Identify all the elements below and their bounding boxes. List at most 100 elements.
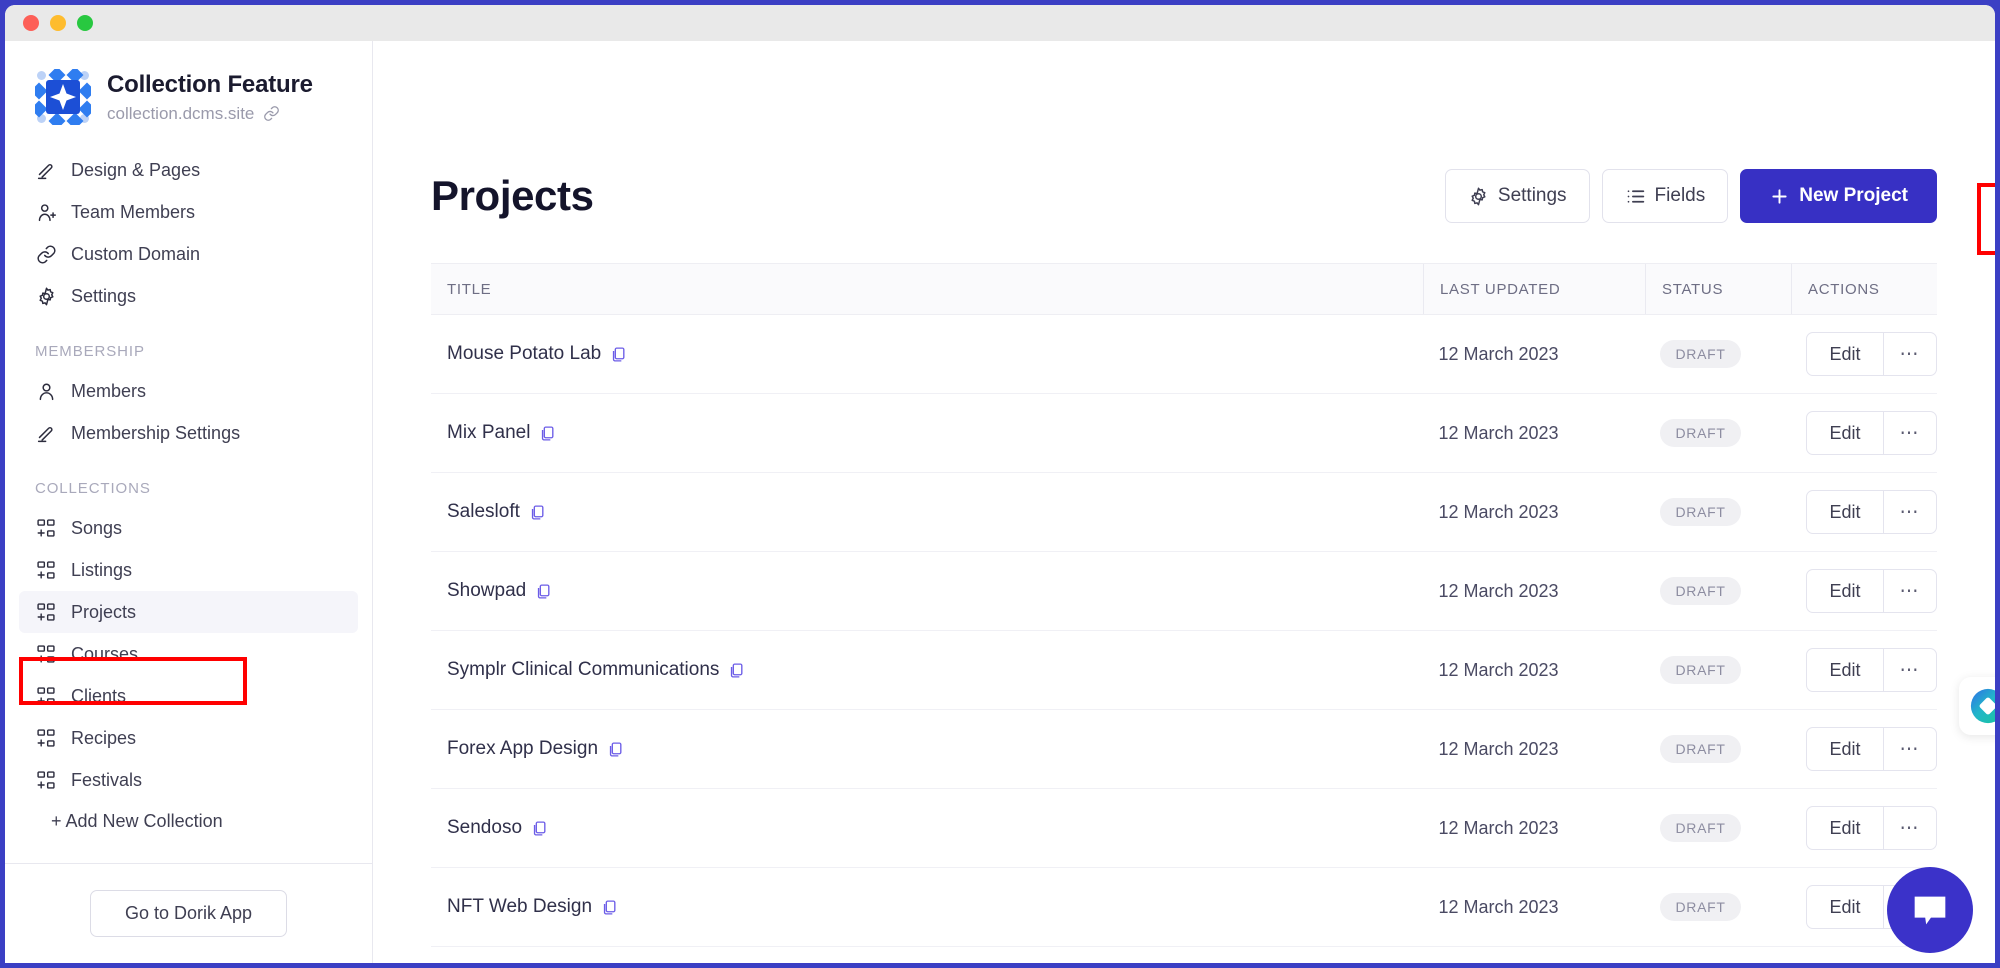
edit-button[interactable]: Edit [1807, 570, 1882, 612]
table-row: Symplr Clinical Communications 12 March 2… [431, 631, 1937, 710]
close-window-button[interactable] [23, 15, 39, 31]
duplicate-icon[interactable] [535, 583, 552, 600]
cell-actions: Edit⋯ [1790, 490, 1937, 534]
fields-button-label: Fields [1654, 185, 1706, 206]
list-icon [1625, 186, 1646, 207]
collection-grid-icon [35, 643, 57, 665]
sidebar-footer: Go to Dorik App [5, 863, 372, 963]
cell-status: DRAFT [1644, 577, 1790, 605]
table-header-actions: ACTIONS [1791, 264, 1937, 314]
sidebar-item-label: Membership Settings [71, 422, 241, 443]
sidebar-item-listings[interactable]: Listings [19, 549, 358, 591]
cell-status: DRAFT [1644, 893, 1790, 921]
add-new-collection-button[interactable]: + Add New Collection [5, 801, 372, 832]
edit-button[interactable]: Edit [1807, 807, 1882, 849]
status-badge: DRAFT [1660, 656, 1741, 684]
gradient-diamond-badge-icon[interactable] [1959, 677, 1995, 735]
edit-button[interactable]: Edit [1807, 728, 1882, 770]
sidebar-item-projects[interactable]: Projects [19, 591, 358, 633]
duplicate-icon[interactable] [728, 662, 745, 679]
sidebar-item-label: Custom Domain [71, 243, 201, 264]
more-options-button[interactable]: ⋯ [1882, 649, 1937, 691]
sidebar-item-courses[interactable]: Courses [19, 633, 358, 675]
table-row: Salesloft 12 March 2023 DRAFT Edit ⋯ [431, 473, 1937, 552]
table-header-last-updated: LAST UPDATED [1423, 264, 1645, 314]
row-action-group: Edit⋯ [1806, 727, 1937, 771]
duplicate-icon[interactable] [531, 820, 548, 837]
sidebar-item-clients[interactable]: Clients [19, 675, 358, 717]
cell-title: Showpad [431, 580, 1422, 602]
collection-grid-icon [35, 727, 57, 749]
settings-button[interactable]: Settings [1444, 169, 1590, 223]
sidebar-item-recipes[interactable]: Recipes [19, 717, 358, 759]
minimize-window-button[interactable] [50, 15, 66, 31]
more-options-button[interactable]: ⋯ [1882, 807, 1937, 849]
cell-last-updated: 12 March 2023 [1438, 580, 1559, 601]
duplicate-icon[interactable] [539, 425, 556, 442]
more-options-button[interactable]: ⋯ [1882, 412, 1937, 454]
sidebar-item-design-pages[interactable]: Design & Pages [19, 149, 358, 191]
collection-grid-icon [35, 601, 57, 623]
sidebar-item-label: Festivals [71, 769, 143, 790]
cell-title: Forex App Design [431, 738, 1422, 760]
sidebar-item-label: Projects [71, 601, 137, 622]
header-actions: Settings Fields New Project [1444, 169, 1937, 223]
section-label-collections: COLLECTIONS [35, 480, 151, 497]
cell-actions: Edit⋯ [1790, 332, 1937, 376]
collection-grid-icon [35, 769, 57, 791]
sidebar-item-membership-settings[interactable]: Membership Settings [19, 412, 358, 454]
collection-grid-icon [35, 517, 57, 539]
edit-button[interactable]: Edit [1807, 491, 1882, 533]
sidebar-item-members[interactable]: Members [19, 370, 358, 412]
duplicate-icon[interactable] [529, 504, 546, 521]
link-icon[interactable] [263, 105, 280, 122]
maximize-window-button[interactable] [77, 15, 93, 31]
status-badge: DRAFT [1660, 735, 1741, 763]
duplicate-icon[interactable] [601, 899, 618, 916]
cell-title: Mix Panel [431, 422, 1422, 444]
edit-button[interactable]: Edit [1807, 412, 1882, 454]
go-to-dorik-app-button[interactable]: Go to Dorik App [89, 890, 288, 937]
settings-button-label: Settings [1497, 185, 1567, 206]
row-action-group: Edit⋯ [1806, 411, 1937, 455]
plus-icon [1769, 186, 1790, 207]
cell-title: NFT Web Design [431, 896, 1422, 918]
row-title-label: Mouse Potato Lab [447, 343, 602, 364]
sidebar-item-label: Songs [71, 517, 123, 538]
sidebar-item-label: Listings [71, 559, 133, 580]
new-project-button-label: New Project [1799, 185, 1908, 206]
body-split: Collection Feature collection.dcms.site [5, 41, 1995, 963]
row-title-label: Symplr Clinical Communications [447, 659, 720, 680]
table-body: Mouse Potato Lab 12 March 2023 DRAFT Edit ⋯ M… [431, 315, 1937, 963]
duplicate-icon[interactable] [607, 741, 624, 758]
fields-button[interactable]: Fields [1601, 169, 1729, 223]
brand[interactable]: Collection Feature collection.dcms.site [5, 41, 372, 149]
status-badge: DRAFT [1660, 498, 1741, 526]
row-title-label: Sendoso [447, 817, 523, 838]
status-badge: DRAFT [1660, 340, 1741, 368]
sidebar-item-festivals[interactable]: Festivals [19, 759, 358, 801]
edit-button[interactable]: Edit [1807, 886, 1882, 928]
cell-last-updated: 12 March 2023 [1438, 422, 1559, 443]
duplicate-icon[interactable] [610, 346, 627, 363]
new-project-button[interactable]: New Project [1740, 169, 1937, 223]
more-options-button[interactable]: ⋯ [1882, 333, 1937, 375]
more-options-button[interactable]: ⋯ [1882, 491, 1937, 533]
edit-button[interactable]: Edit [1807, 649, 1882, 691]
more-options-button[interactable]: ⋯ [1882, 728, 1937, 770]
sidebar-item-team-members[interactable]: Team Members [19, 191, 358, 233]
row-title-label: Showpad [447, 580, 527, 601]
table-row: Mauris Marker12 March 2023DRAFTEdit⋯ [431, 947, 1937, 963]
primary-nav: Design & Pages Team Members Custom Domai… [5, 149, 372, 317]
sidebar-item-settings[interactable]: Settings [19, 275, 358, 317]
person-add-icon [35, 201, 57, 223]
sidebar-item-custom-domain[interactable]: Custom Domain [19, 233, 358, 275]
more-options-button[interactable]: ⋯ [1882, 570, 1937, 612]
sidebar-item-label: Courses [71, 643, 139, 664]
edit-button[interactable]: Edit [1807, 333, 1882, 375]
table-row: Mix Panel 12 March 2023 DRAFT Edit ⋯ [431, 394, 1937, 473]
chat-bubble-icon[interactable] [1887, 867, 1973, 953]
sidebar-item-songs[interactable]: Songs [19, 507, 358, 549]
cell-status: DRAFT [1644, 419, 1790, 447]
cell-last-updated: 12 March 2023 [1438, 501, 1559, 522]
